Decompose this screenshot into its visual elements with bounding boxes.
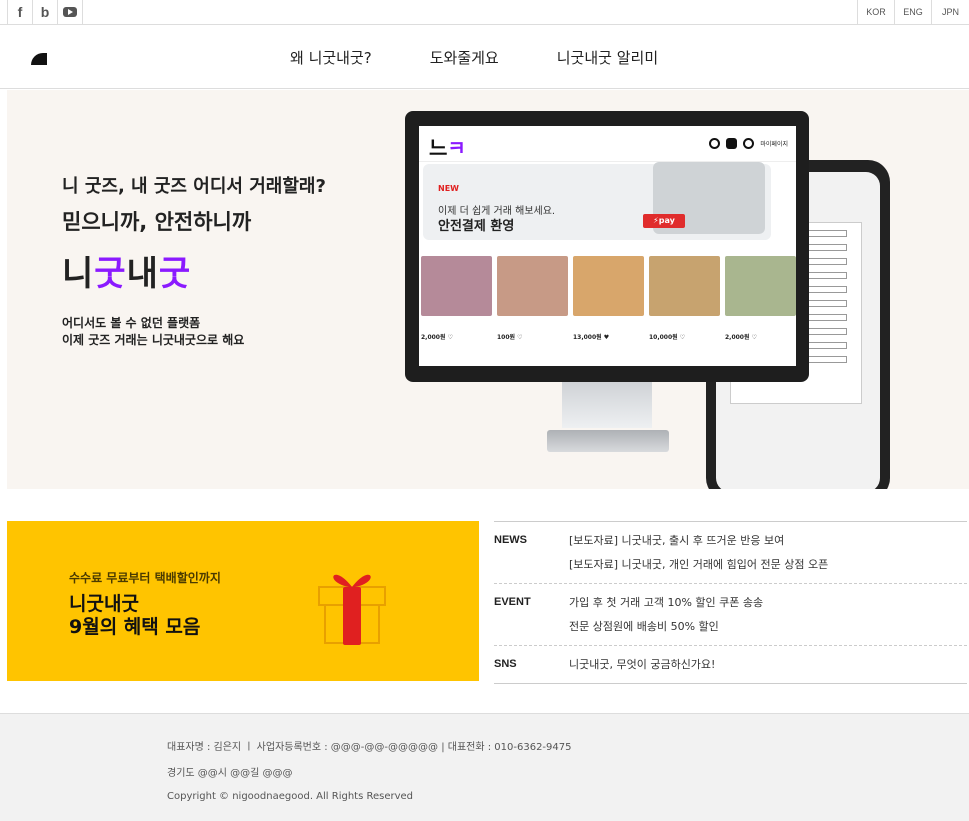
product-photo bbox=[573, 256, 644, 316]
news-link[interactable]: 가입 후 첫 거래 고객 10% 할인 쿠폰 송송 bbox=[569, 591, 763, 615]
lang-kor[interactable]: KOR bbox=[858, 0, 895, 24]
brand-part: 굿 bbox=[158, 254, 192, 295]
footer-company-info: 대표자명 : 김은지 ㅣ 사업자등록번호 : @@@-@@-@@@@@ | 대표… bbox=[167, 742, 572, 753]
monitor-mockup: 느ㅋ 마이페이지 NEW 이제 더 쉽게 거래 해보세요. 안전결제 환영 ⚡p… bbox=[405, 111, 809, 382]
lang-jpn[interactable]: JPN bbox=[932, 0, 969, 24]
brand-part: 굿 bbox=[94, 254, 127, 295]
hero-headline: 니 굿즈, 내 굿즈 어디서 거래할래? 믿으니까, 안전하니까 니굿내굿 bbox=[62, 175, 326, 295]
product-photo bbox=[497, 256, 568, 316]
news-row: SNS 니굿내굿, 무엇이 궁금하신가요! bbox=[494, 646, 967, 684]
product-card: 10,000원 ♡ bbox=[649, 256, 720, 341]
social-links: f b bbox=[7, 0, 83, 24]
youtube-icon bbox=[63, 7, 77, 17]
footer-copyright: Copyright © nigoodnaegood. All Rights Re… bbox=[167, 791, 414, 802]
brand-part: 니 bbox=[62, 254, 95, 295]
product-card: 2,000원 ♡ bbox=[421, 256, 492, 341]
product-cards: 2,000원 ♡ 100원 ♡ 13,000원 ♥ 10,000원 ♡ 2,00… bbox=[421, 256, 796, 341]
nav-item-help[interactable]: 도와줄게요 bbox=[430, 47, 499, 68]
promo-title-2: 9월의 혜택 모음 bbox=[69, 616, 201, 638]
news-row: EVENT 가입 후 첫 거래 고객 10% 할인 쿠폰 송송 전문 상점원에 … bbox=[494, 584, 967, 646]
product-photo bbox=[725, 256, 796, 316]
monitor-base bbox=[547, 430, 669, 452]
product-card: 2,000원 ♡ bbox=[725, 256, 796, 341]
screen-icons: 마이페이지 bbox=[709, 138, 788, 149]
monitor-stand bbox=[562, 382, 652, 428]
youtube-link[interactable] bbox=[58, 0, 83, 24]
search-icon bbox=[709, 138, 721, 149]
news-link[interactable]: [보도자료] 니굿내굿, 출시 후 뜨거운 반응 보여 bbox=[569, 529, 828, 553]
banner-line-2: 안전결제 환영 bbox=[438, 219, 515, 234]
lang-eng[interactable]: ENG bbox=[895, 0, 932, 24]
brand-part: 내 bbox=[126, 254, 159, 295]
news-link[interactable]: 전문 상점원에 배송비 50% 할인 bbox=[569, 615, 763, 639]
blog-icon[interactable]: b bbox=[33, 0, 58, 24]
news-link[interactable]: 니굿내굿, 무엇이 궁금하신가요! bbox=[569, 653, 715, 677]
user-icon bbox=[743, 138, 755, 149]
nav-item-notice[interactable]: 니굿내굿 알리미 bbox=[557, 47, 658, 68]
hero-brand: 니굿내굿 bbox=[62, 246, 326, 295]
news-category: EVENT bbox=[494, 596, 531, 608]
nav-item-why[interactable]: 왜 니굿내굿? bbox=[290, 47, 372, 68]
monitor-screen: 느ㅋ 마이페이지 NEW 이제 더 쉽게 거래 해보세요. 안전결제 환영 ⚡p… bbox=[419, 126, 796, 366]
footer: 대표자명 : 김은지 ㅣ 사업자등록번호 : @@@-@@-@@@@@ | 대표… bbox=[0, 713, 969, 821]
facebook-icon[interactable]: f bbox=[8, 0, 33, 24]
screen-logo: 느ㅋ bbox=[429, 136, 466, 160]
new-badge: NEW bbox=[438, 184, 459, 193]
promo-banner[interactable]: 수수료 무료부터 택배할인까지 니굿내굿 9월의 혜택 모음 bbox=[7, 521, 479, 681]
main-nav: 왜 니굿내굿? 도와줄게요 니굿내굿 알리미 bbox=[0, 25, 969, 89]
pay-badge: ⚡pay bbox=[643, 214, 685, 228]
nav-menu: 왜 니굿내굿? 도와줄게요 니굿내굿 알리미 bbox=[290, 47, 716, 68]
hero-line-1: 니 굿즈, 내 굿즈 어디서 거래할래? bbox=[62, 176, 326, 197]
hero-description: 어디서도 볼 수 없던 플랫폼 이제 굿즈 거래는 니굿내굿으로 해요 bbox=[62, 315, 244, 350]
news-category: NEWS bbox=[494, 534, 527, 546]
news-category: SNS bbox=[494, 658, 517, 670]
news-link[interactable]: [보도자료] 니굿내굿, 개인 거래에 힘입어 전문 상점 오픈 bbox=[569, 553, 828, 577]
product-photo bbox=[421, 256, 492, 316]
screen-header: 느ㅋ 마이페이지 bbox=[419, 126, 796, 162]
screen-banner: NEW 이제 더 쉽게 거래 해보세요. 안전결제 환영 ⚡pay bbox=[423, 162, 771, 240]
gift-icon bbox=[318, 574, 386, 645]
news-board: NEWS [보도자료] 니굿내굿, 출시 후 뜨거운 반응 보여 [보도자료] … bbox=[494, 521, 967, 684]
news-row: NEWS [보도자료] 니굿내굿, 출시 후 뜨거운 반응 보여 [보도자료] … bbox=[494, 522, 967, 584]
lock-icon bbox=[726, 138, 738, 149]
top-bar: f b KOR ENG JPN bbox=[0, 0, 969, 25]
mypage-label: 마이페이지 bbox=[760, 141, 788, 148]
footer-address: 경기도 @@시 @@길 @@@ bbox=[167, 768, 293, 779]
promo-subtitle: 수수료 무료부터 택배할인까지 bbox=[69, 571, 221, 585]
product-card: 100원 ♡ bbox=[497, 256, 568, 341]
product-card: 13,000원 ♥ bbox=[573, 256, 644, 341]
product-photo bbox=[649, 256, 720, 316]
hero-line-2: 믿으니까, 안전하니까 bbox=[62, 210, 252, 235]
language-selector: KOR ENG JPN bbox=[857, 0, 969, 24]
hero-sub-1: 어디서도 볼 수 없던 플랫폼 bbox=[62, 316, 201, 330]
hero-banner: 니 굿즈, 내 굿즈 어디서 거래할래? 믿으니까, 안전하니까 니굿내굿 어디… bbox=[7, 90, 969, 489]
hero-sub-2: 이제 굿즈 거래는 니굿내굿으로 해요 bbox=[62, 333, 245, 348]
logo[interactable] bbox=[31, 53, 47, 65]
